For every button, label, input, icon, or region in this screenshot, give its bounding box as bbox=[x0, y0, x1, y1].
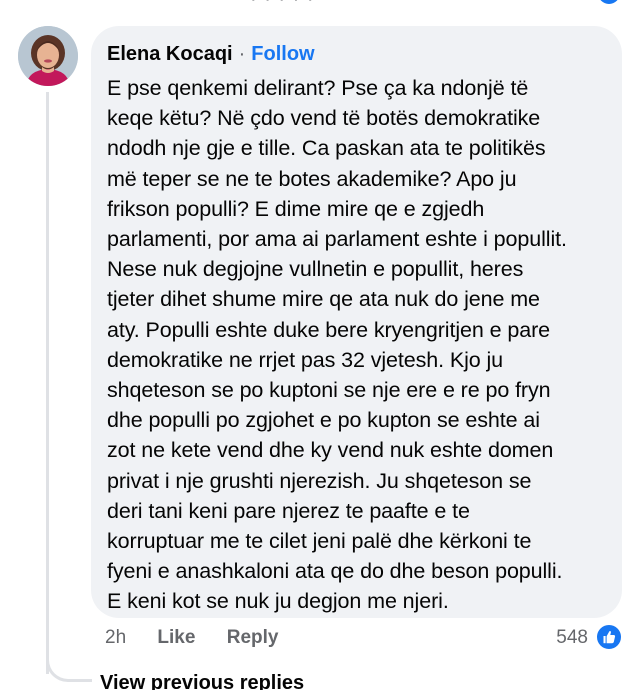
like-button[interactable]: Like bbox=[157, 627, 195, 649]
comment-timestamp[interactable]: 2h bbox=[105, 627, 126, 649]
view-previous-replies-link[interactable]: View previous replies bbox=[100, 672, 304, 690]
comment-bubble: Elena Kocaqi · Follow E pse qenkemi delira… bbox=[91, 26, 622, 618]
reaction-count[interactable]: 548 bbox=[556, 627, 588, 649]
separator-dot: · bbox=[238, 43, 246, 65]
comment-line: korruptuar me te cilet jeni palë dhe kër… bbox=[107, 529, 532, 554]
thread-connector-line bbox=[46, 92, 49, 674]
comment-line: dhe populli po zgjohet e po kupton se es… bbox=[107, 408, 540, 433]
comment-header: Elena Kocaqi · Follow bbox=[107, 43, 315, 66]
previous-comment-fragment: · · · · · bbox=[0, 0, 640, 11]
comment-line: parlamenti, por ama ai parlament eshte i… bbox=[107, 227, 567, 252]
comment-line: shqeteson se po kuptoni se nje ere e re … bbox=[107, 378, 551, 403]
comment-body: E pse qenkemi delirant? Pse ça ka ndonjë… bbox=[107, 73, 612, 617]
reaction-icon bbox=[598, 0, 620, 4]
comment-line: privat i nje grushti njerezish. Ju shqet… bbox=[107, 468, 532, 493]
comment-line: fyeni e anashkaloni ata qe do dhe beson … bbox=[107, 559, 563, 584]
avatar[interactable] bbox=[18, 26, 78, 86]
comment-line: aty. Populli eshte duke bere kryengritje… bbox=[107, 317, 550, 342]
reply-button[interactable]: Reply bbox=[227, 627, 279, 649]
comment-line: demokratike ne rrjet pas 32 vjetesh. Kjo… bbox=[107, 347, 504, 372]
comment-line: tjeter dihet shume mire qe ata nuk do je… bbox=[107, 287, 540, 312]
comment-line: zot ne kete vend dhe ky vend nuk eshte d… bbox=[107, 438, 554, 463]
comment-line: deri tani keni pare njerez te paafte e t… bbox=[107, 498, 470, 523]
profile-photo-icon bbox=[18, 26, 78, 86]
thumbs-up-icon[interactable] bbox=[595, 623, 623, 651]
comment-line: E pse qenkemi delirant? Pse ça ka ndonjë… bbox=[107, 76, 529, 100]
previous-comment-text: · · · · · bbox=[250, 0, 315, 11]
comment-line: ndodh nje gje e tille. Ca paskan ata te … bbox=[107, 136, 546, 161]
thread-connector-curve bbox=[46, 640, 92, 682]
follow-button[interactable]: Follow bbox=[251, 43, 314, 65]
comment-line: E keni kot se nuk ju degjon me njeri. bbox=[107, 589, 449, 614]
author-name[interactable]: Elena Kocaqi bbox=[107, 43, 233, 65]
comment-line: keqe këtu? Në çdo vend të botës demokrat… bbox=[107, 106, 541, 131]
comment-thread: · · · · · Elena Kocaqi·Follow E pse qenk… bbox=[0, 0, 640, 690]
comment-line: frikson populli? E dime mire qe e zgjedh bbox=[107, 196, 485, 221]
comment-actions: 2h Like Reply bbox=[105, 627, 278, 649]
comment-line: më teper se ne te botes akademike? Apo j… bbox=[107, 166, 517, 191]
comment-line: Nese nuk degjojne vullnetin e popullit, … bbox=[107, 257, 524, 282]
